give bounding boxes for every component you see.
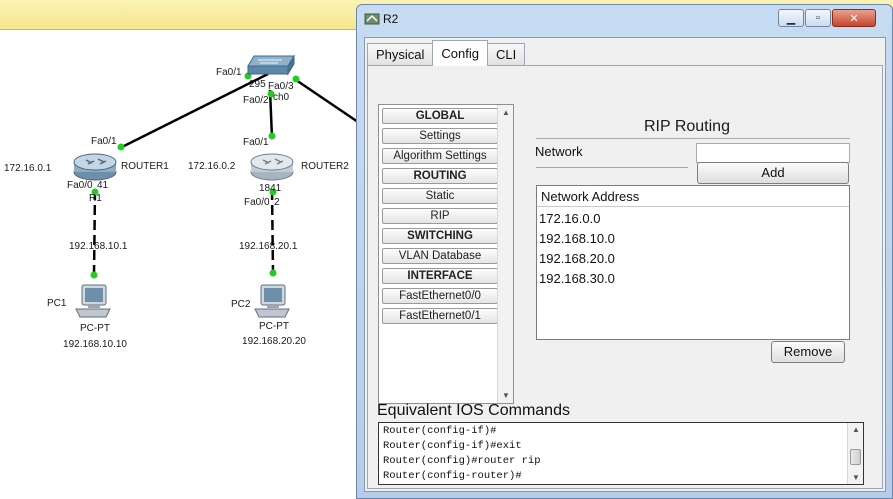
router1-name: ROUTER1 bbox=[121, 161, 169, 172]
link2-ip: 192.168.20.1 bbox=[239, 241, 298, 252]
switch-port-fa0-1: Fa0/1 bbox=[216, 67, 242, 78]
nav-header-interface: INTERFACE bbox=[382, 268, 498, 284]
router2-name: ROUTER2 bbox=[301, 161, 349, 172]
tab-config[interactable]: Config bbox=[432, 40, 488, 66]
ios-line: Router(config-if)# bbox=[383, 425, 497, 437]
title-divider bbox=[536, 138, 850, 139]
network-label: Network bbox=[535, 144, 583, 159]
nav-item-vlan-database[interactable]: VLAN Database bbox=[382, 248, 498, 264]
nav-item-rip[interactable]: RIP bbox=[382, 208, 498, 224]
nav-item-static[interactable]: Static bbox=[382, 188, 498, 204]
router2-ip: 172.16.0.2 bbox=[188, 161, 236, 172]
nav-item-settings[interactable]: Settings bbox=[382, 128, 498, 144]
minimize-icon: ▁ bbox=[786, 12, 796, 25]
topology-workspace[interactable]: Fa0/1 295 Fa0/3 Fa0/2 ch0 Fa0/1 172.16.0… bbox=[0, 30, 360, 499]
tab-physical[interactable]: Physical bbox=[367, 43, 434, 65]
dialog-content: Physical Config CLI GLOBAL Settings Algo… bbox=[364, 37, 886, 492]
scroll-thumb[interactable] bbox=[850, 449, 861, 465]
router2-icon[interactable] bbox=[249, 150, 295, 182]
network-row[interactable]: 172.16.0.0 bbox=[537, 209, 849, 229]
pc1-type: PC-PT bbox=[80, 323, 110, 334]
router-config-dialog: R2 ▁ ▫ ✕ Physical Config CLI GLOBAL Sett… bbox=[356, 4, 893, 499]
router2-port-bottom: Fa0/0 bbox=[244, 197, 270, 208]
network-row[interactable]: 192.168.30.0 bbox=[537, 269, 849, 289]
pc2-name: PC2 bbox=[231, 299, 251, 310]
scroll-up-icon[interactable]: ▲ bbox=[502, 108, 510, 117]
ios-scrollbar[interactable]: ▲ ▼ bbox=[847, 423, 863, 484]
pc2-type: PC-PT bbox=[259, 321, 289, 332]
network-address-list: Network Address 172.16.0.0 192.168.10.0 … bbox=[536, 185, 850, 340]
config-tab-panel: GLOBAL Settings Algorithm Settings ROUTI… bbox=[367, 65, 883, 489]
switch-name-label: 295 bbox=[249, 79, 266, 90]
router1-model2: R1 bbox=[89, 193, 102, 204]
router1-icon[interactable] bbox=[72, 150, 118, 182]
router2-model2: 2 bbox=[274, 197, 280, 208]
add-network-button[interactable]: Add bbox=[697, 162, 849, 184]
network-address-header: Network Address bbox=[537, 186, 849, 207]
switch-name-label-2: ch0 bbox=[273, 92, 290, 103]
pc2-ip: 192.168.20.20 bbox=[242, 336, 306, 347]
nav-header-routing: ROUTING bbox=[382, 168, 498, 184]
nav-header-global: GLOBAL bbox=[382, 108, 498, 124]
router2-port-top: Fa0/1 bbox=[243, 137, 269, 148]
dialog-title: R2 bbox=[383, 12, 399, 26]
nav-item-fastethernet0-0[interactable]: FastEthernet0/0 bbox=[382, 288, 498, 304]
router1-ip: 172.16.0.1 bbox=[4, 163, 52, 174]
pc1-ip: 192.168.10.10 bbox=[63, 339, 127, 350]
scroll-down-icon[interactable]: ▼ bbox=[852, 473, 860, 482]
pc2-icon[interactable] bbox=[253, 283, 291, 319]
router-window-icon bbox=[364, 13, 380, 25]
network-divider bbox=[536, 167, 688, 168]
config-nav-list: GLOBAL Settings Algorithm Settings ROUTI… bbox=[378, 104, 514, 404]
remove-network-button[interactable]: Remove bbox=[771, 341, 845, 363]
maximize-button[interactable]: ▫ bbox=[805, 9, 831, 27]
scroll-down-icon[interactable]: ▼ bbox=[502, 391, 510, 400]
topology-links bbox=[90, 72, 359, 279]
router1-port-top: Fa0/1 bbox=[91, 136, 117, 147]
close-icon: ✕ bbox=[849, 12, 859, 25]
ios-commands-title: Equivalent IOS Commands bbox=[377, 402, 570, 419]
rip-routing-title: RIP Routing bbox=[644, 118, 730, 135]
switch-icon[interactable] bbox=[246, 54, 296, 76]
scroll-up-icon[interactable]: ▲ bbox=[852, 425, 860, 434]
router1-model: 41 bbox=[97, 180, 109, 191]
switch-port-fa0-2: Fa0/2 bbox=[243, 95, 269, 106]
nav-header-switching: SWITCHING bbox=[382, 228, 498, 244]
ios-line: Router(config-if)#exit bbox=[383, 440, 522, 452]
nav-scrollbar[interactable]: ▲ ▼ bbox=[497, 105, 513, 403]
router1-port-bottom: Fa0/0 bbox=[67, 180, 93, 191]
router2-model: 1841 bbox=[259, 183, 282, 194]
nav-item-fastethernet0-1[interactable]: FastEthernet0/1 bbox=[382, 308, 498, 324]
close-button[interactable]: ✕ bbox=[832, 9, 876, 27]
network-row[interactable]: 192.168.20.0 bbox=[537, 249, 849, 269]
pc1-icon[interactable] bbox=[74, 283, 112, 319]
link1-ip: 192.168.10.1 bbox=[69, 241, 128, 252]
ios-commands-console[interactable]: Router(config-if)# Router(config-if)#exi… bbox=[378, 422, 864, 485]
ios-line: Router(config)#router rip bbox=[383, 455, 541, 467]
tab-bar: Physical Config CLI bbox=[367, 40, 526, 66]
nav-item-algorithm-settings[interactable]: Algorithm Settings bbox=[382, 148, 498, 164]
switch-port-fa0-3: Fa0/3 bbox=[268, 81, 294, 92]
pc1-name: PC1 bbox=[47, 298, 67, 309]
network-input[interactable] bbox=[696, 143, 850, 163]
network-row[interactable]: 192.168.10.0 bbox=[537, 229, 849, 249]
minimize-button[interactable]: ▁ bbox=[778, 9, 804, 27]
ios-line: Router(config-router)# bbox=[383, 470, 522, 482]
maximize-icon: ▫ bbox=[816, 12, 820, 24]
tab-cli[interactable]: CLI bbox=[487, 43, 526, 65]
